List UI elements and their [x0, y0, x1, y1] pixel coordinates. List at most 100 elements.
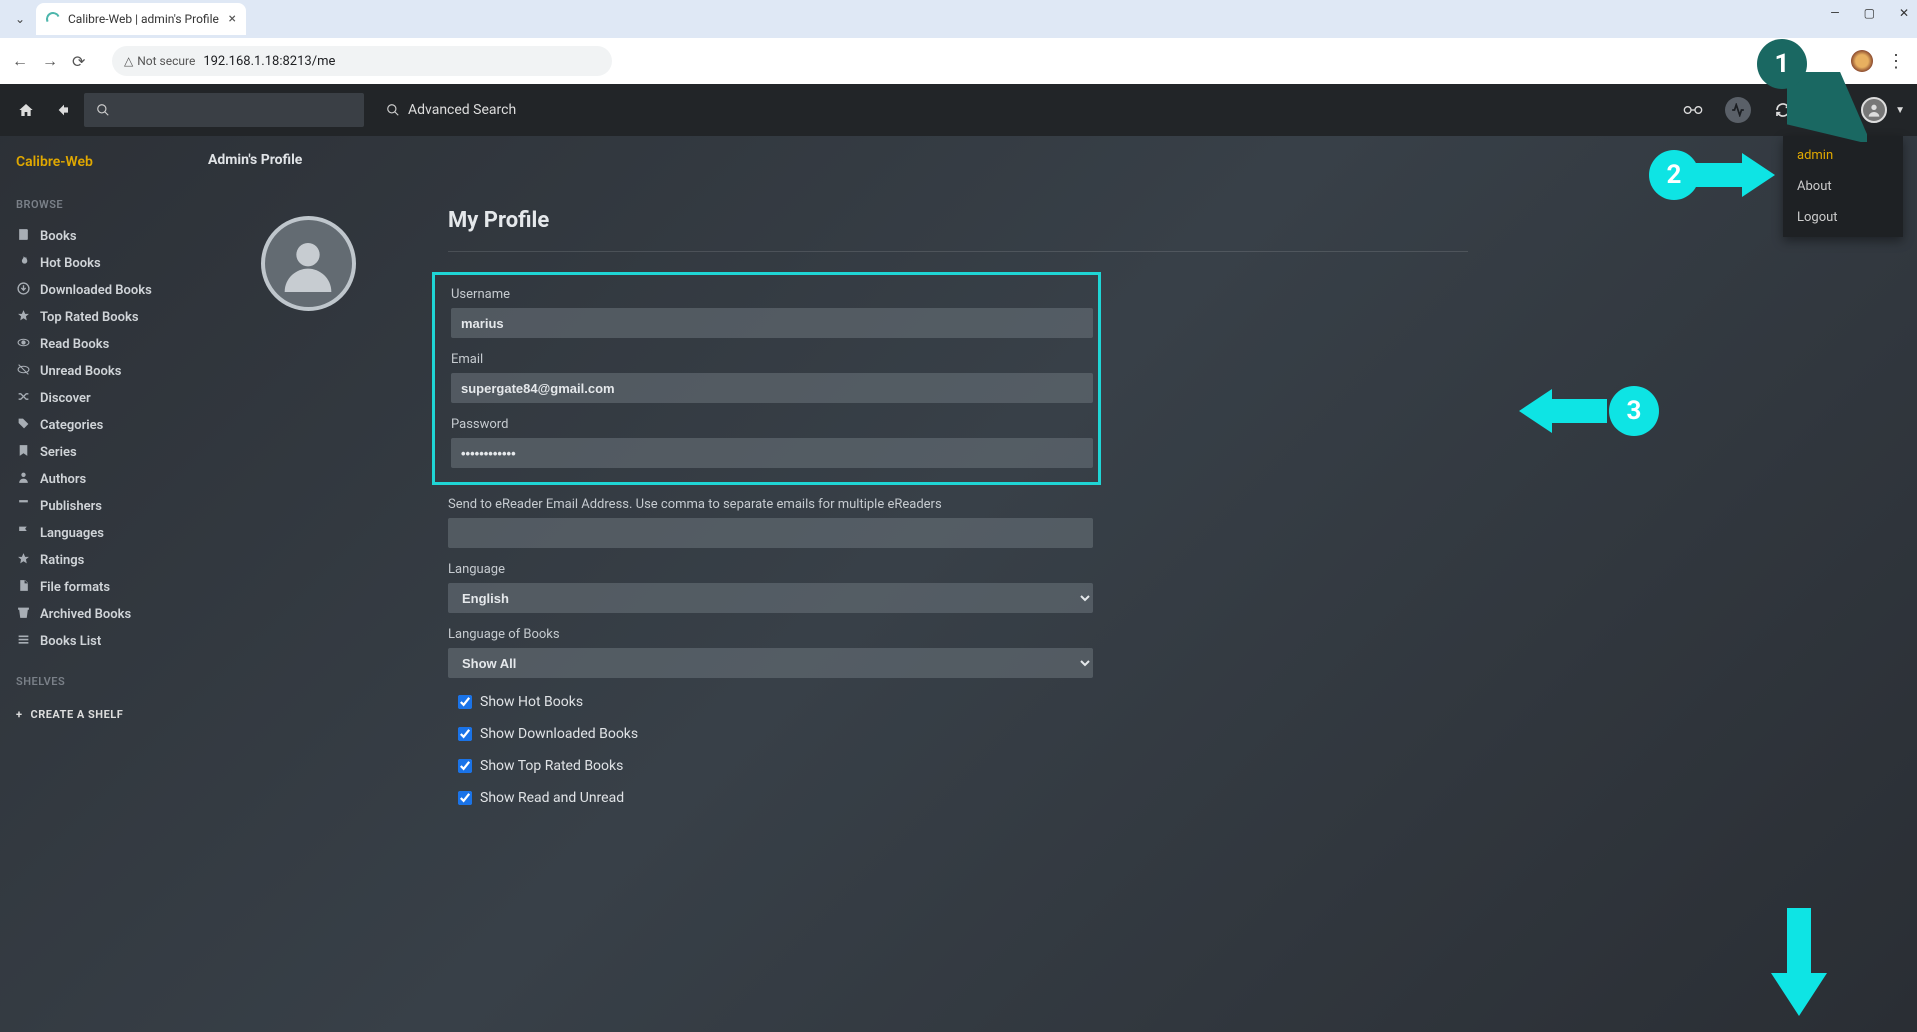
eye-off-icon — [16, 363, 30, 380]
tag-icon — [16, 417, 30, 434]
checkbox-show-read-and-unread[interactable] — [458, 791, 472, 805]
username-label: Username — [451, 287, 1082, 302]
sidebar-item-label: Categories — [40, 418, 103, 433]
sidebar-item-label: Unread Books — [40, 364, 121, 379]
book-icon — [16, 228, 30, 245]
sidebar-item-label: File formats — [40, 580, 110, 595]
tab-title: Calibre-Web | admin's Profile — [68, 12, 219, 26]
avatar-column — [208, 208, 408, 806]
sidebar-item-label: Books — [40, 229, 77, 244]
url-text: 192.168.1.18:8213/me — [203, 54, 335, 69]
sidebar-item-read-books[interactable]: Read Books — [16, 331, 188, 358]
tabs-dropdown-icon[interactable]: ⌄ — [8, 7, 32, 31]
dropdown-item-logout[interactable]: Logout — [1783, 202, 1903, 233]
ereader-label: Send to eReader Email Address. Use comma… — [448, 497, 1108, 512]
ereader-input[interactable] — [448, 518, 1093, 548]
url-bar-row: ← → ⟳ △ Not secure 192.168.1.18:8213/me … — [0, 38, 1917, 84]
sidebar-item-downloaded-books[interactable]: Downloaded Books — [16, 277, 188, 304]
back-app-icon[interactable] — [48, 96, 76, 124]
sidebar-item-archived-books[interactable]: Archived Books — [16, 601, 188, 628]
browser-tab[interactable]: Calibre-Web | admin's Profile × — [36, 3, 246, 35]
checkbox-show-top-rated-books[interactable] — [458, 759, 472, 773]
checkbox-show-downloaded-books[interactable] — [458, 727, 472, 741]
sidebar-item-label: Languages — [40, 526, 104, 541]
home-icon[interactable] — [12, 96, 40, 124]
browser-profile-icon[interactable] — [1851, 50, 1873, 72]
glasses-icon[interactable] — [1679, 96, 1707, 124]
email-label: Email — [451, 352, 1082, 367]
dropdown-item-about[interactable]: About — [1783, 171, 1903, 202]
checkbox-label: Show Read and Unread — [480, 790, 624, 806]
page-title: Admin's Profile — [208, 152, 1887, 168]
sidebar-item-file-formats[interactable]: File formats — [16, 574, 188, 601]
favicon-icon — [44, 10, 62, 28]
activity-icon[interactable] — [1725, 97, 1751, 123]
window-controls: — ▢ ✕ — [1830, 6, 1909, 20]
checkbox-show-hot-books[interactable] — [458, 695, 472, 709]
close-window-icon[interactable]: ✕ — [1899, 6, 1909, 20]
language-books-select[interactable]: Show All — [448, 648, 1093, 678]
search-icon — [386, 103, 400, 117]
close-tab-icon[interactable]: × — [229, 11, 236, 27]
sidebar-item-top-rated-books[interactable]: Top Rated Books — [16, 304, 188, 331]
shuffle-icon — [16, 390, 30, 407]
create-shelf-button[interactable]: + CREATE A SHELF — [16, 708, 188, 721]
content: Admin's Profile My Profile Username — [188, 136, 1917, 1032]
back-icon[interactable]: ← — [12, 51, 30, 71]
list-icon — [16, 633, 30, 650]
bookmark-icon — [16, 444, 30, 461]
sidebar-item-hot-books[interactable]: Hot Books — [16, 250, 188, 277]
annotation-arrow-3 — [1519, 389, 1609, 437]
annotation-arrow-1 — [1787, 72, 1867, 146]
language-books-label: Language of Books — [448, 627, 1108, 642]
file-icon — [16, 579, 30, 596]
maximize-icon[interactable]: ▢ — [1864, 6, 1875, 20]
sidebar-item-unread-books[interactable]: Unread Books — [16, 358, 188, 385]
sidebar-item-books-list[interactable]: Books List — [16, 628, 188, 655]
app-root: Advanced Search ▼ admin About Logout — [0, 84, 1917, 1032]
fire-icon — [16, 255, 30, 272]
sidebar-item-languages[interactable]: Languages — [16, 520, 188, 547]
sidebar-item-publishers[interactable]: Publishers — [16, 493, 188, 520]
forward-icon[interactable]: → — [42, 51, 60, 71]
url-field[interactable]: △ Not secure 192.168.1.18:8213/me — [112, 46, 612, 76]
sidebar-item-label: Ratings — [40, 553, 84, 568]
sidebar-item-categories[interactable]: Categories — [16, 412, 188, 439]
sidebar-item-books[interactable]: Books — [16, 223, 188, 250]
browser-menu-icon[interactable]: ⋮ — [1887, 51, 1905, 72]
download-icon — [16, 282, 30, 299]
minimize-icon[interactable]: — — [1830, 6, 1839, 20]
profile-avatar-icon — [261, 216, 356, 311]
sidebar-item-series[interactable]: Series — [16, 439, 188, 466]
email-input[interactable] — [451, 373, 1093, 403]
form-column: My Profile Username Email Password — [448, 208, 1468, 806]
checkbox-label: Show Hot Books — [480, 694, 583, 710]
language-label: Language — [448, 562, 1108, 577]
annotation-circle-1: 1 — [1757, 39, 1807, 89]
publisher-icon — [16, 498, 30, 515]
sidebar-item-label: Read Books — [40, 337, 109, 352]
checkbox-row: Show Downloaded Books — [458, 726, 1468, 742]
warning-icon: △ — [124, 54, 133, 68]
sidebar-item-label: Books List — [40, 634, 101, 649]
sidebar-item-authors[interactable]: Authors — [16, 466, 188, 493]
annotation-circle-3: 3 — [1609, 386, 1659, 436]
not-secure-badge: △ Not secure — [124, 54, 195, 68]
sidebar-item-label: Series — [40, 445, 77, 460]
profile-dropdown: admin About Logout — [1783, 136, 1903, 237]
password-input[interactable] — [451, 438, 1093, 468]
annotation-arrow-2 — [1687, 153, 1777, 201]
username-input[interactable] — [451, 308, 1093, 338]
language-select[interactable]: English — [448, 583, 1093, 613]
annotation-highlight-box: Username Email Password — [432, 272, 1101, 485]
brand-label[interactable]: Calibre-Web — [16, 154, 188, 170]
star2-icon — [16, 552, 30, 569]
reload-icon[interactable]: ⟳ — [72, 52, 90, 71]
sidebar: Calibre-Web BROWSE BooksHot BooksDownloa… — [0, 136, 188, 1032]
caret-down-icon[interactable]: ▼ — [1895, 105, 1905, 116]
advanced-search-link[interactable]: Advanced Search — [386, 102, 516, 118]
sidebar-item-label: Discover — [40, 391, 91, 406]
sidebar-item-ratings[interactable]: Ratings — [16, 547, 188, 574]
search-input[interactable] — [84, 93, 364, 127]
sidebar-item-discover[interactable]: Discover — [16, 385, 188, 412]
